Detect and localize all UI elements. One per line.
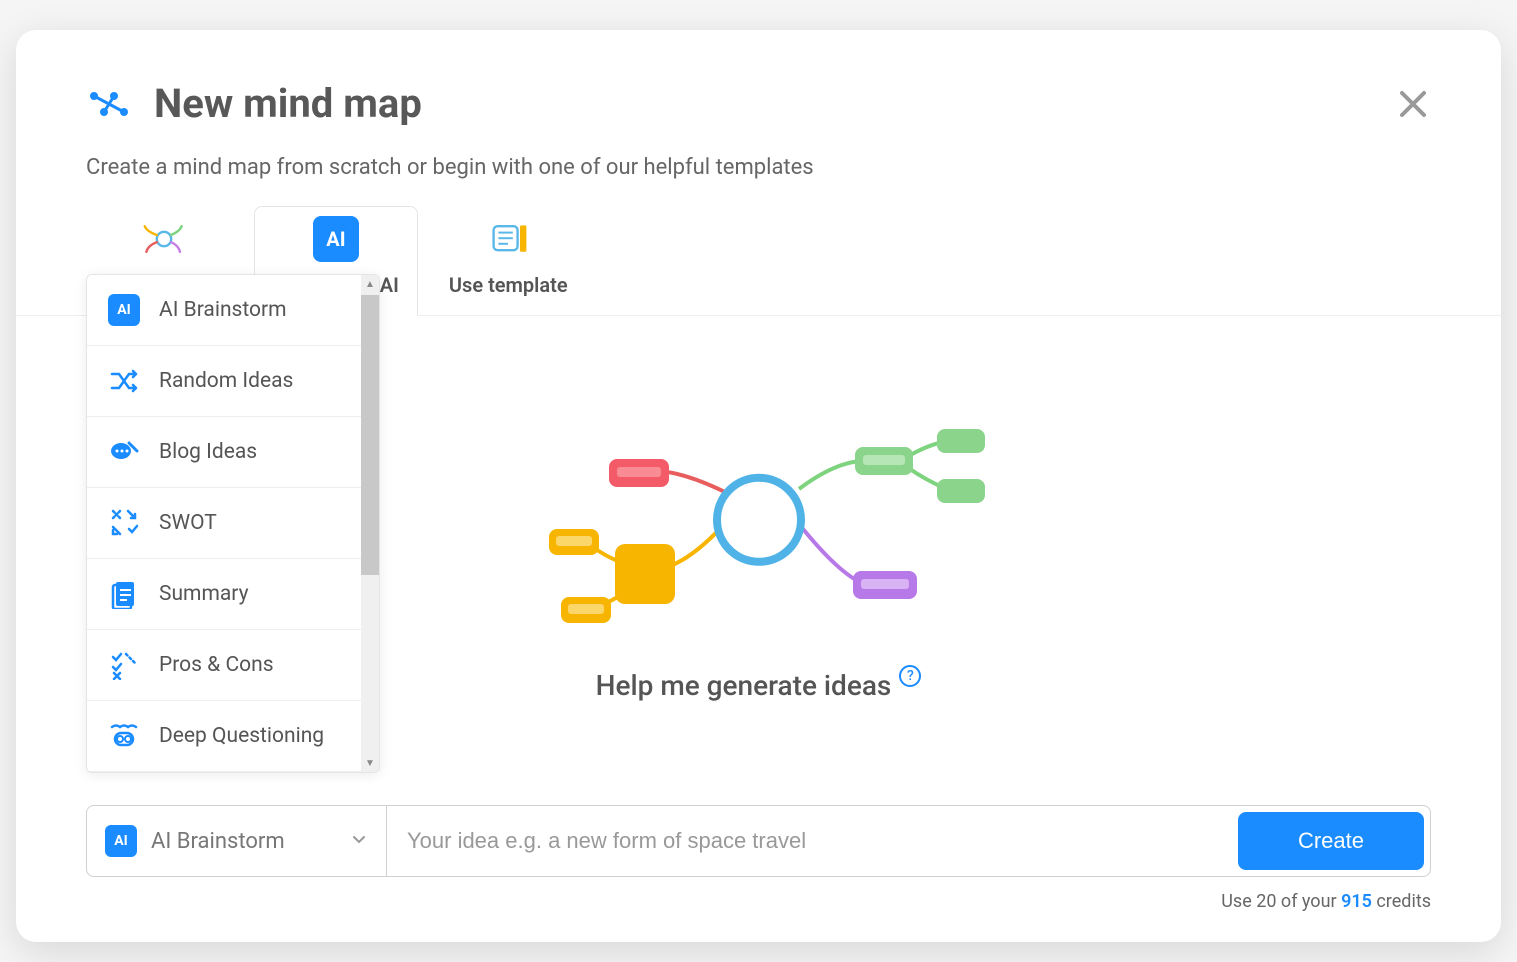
scrollbar-thumb[interactable]: [361, 295, 379, 575]
credits-available: 915: [1341, 891, 1372, 912]
dropdown-item-deep-questioning[interactable]: Deep Questioning: [87, 701, 379, 772]
shuffle-icon: [107, 364, 141, 398]
chevron-down-icon: [350, 830, 368, 852]
idea-input[interactable]: [387, 806, 1232, 876]
dropdown-item-ai-brainstorm[interactable]: AI AI Brainstorm: [87, 275, 379, 346]
create-button[interactable]: Create: [1238, 812, 1424, 870]
help-icon[interactable]: ?: [899, 665, 921, 687]
scratch-icon: [140, 215, 188, 263]
dropdown-item-label: AI Brainstorm: [159, 298, 287, 322]
prompt-title-text: Help me generate ideas: [596, 669, 892, 702]
tab-use-template[interactable]: Use template: [430, 206, 587, 315]
dropdown-item-swot[interactable]: SWOT: [87, 488, 379, 559]
dropdown-item-label: Deep Questioning: [159, 724, 324, 748]
dropdown-item-label: Random Ideas: [159, 369, 293, 393]
close-button[interactable]: [1395, 86, 1431, 122]
dropdown-item-blog-ideas[interactable]: Blog Ideas: [87, 417, 379, 488]
scroll-down-icon[interactable]: ▼: [361, 754, 379, 772]
tab-label: Use template: [449, 273, 568, 297]
dropdown-item-label: Summary: [159, 582, 249, 606]
ai-tab-icon: AI: [312, 215, 360, 263]
dropdown-scrollbar[interactable]: ▲ ▼: [361, 275, 379, 772]
swot-icon: [107, 506, 141, 540]
modal-subtitle: Create a mind map from scratch or begin …: [86, 155, 1431, 180]
dropdown-item-pros-cons[interactable]: Pros & Cons: [87, 630, 379, 701]
credits-text: Use 20 of your 915 credits: [86, 891, 1431, 912]
scroll-up-icon[interactable]: ▲: [361, 275, 379, 293]
chat-pen-icon: [107, 435, 141, 469]
dropdown-item-summary[interactable]: Summary: [87, 559, 379, 630]
mindmap-icon: [86, 90, 130, 118]
ai-icon: AI: [107, 293, 141, 327]
dropdown-item-label: Pros & Cons: [159, 653, 274, 677]
prompt-title: Help me generate ideas ?: [596, 669, 922, 702]
input-row: AI AI Brainstorm Create: [86, 805, 1431, 877]
dropdown-selected-label: AI Brainstorm: [151, 829, 336, 854]
modal-header: New mind map: [86, 80, 1431, 127]
file-icon: [107, 577, 141, 611]
ai-mode-dropdown-menu: AI AI Brainstorm Random Ideas Blog Ideas…: [86, 274, 380, 773]
ai-icon: AI: [105, 825, 137, 857]
dropdown-item-label: Blog Ideas: [159, 440, 257, 464]
mindmap-illustration: [529, 409, 989, 649]
dropdown-item-label: SWOT: [159, 511, 217, 535]
modal-title: New mind map: [154, 80, 422, 127]
dropdown-item-random-ideas[interactable]: Random Ideas: [87, 346, 379, 417]
pros-cons-icon: [107, 648, 141, 682]
template-icon: [484, 215, 532, 263]
diving-icon: [107, 719, 141, 753]
ai-mode-dropdown[interactable]: AI AI Brainstorm: [87, 806, 387, 876]
